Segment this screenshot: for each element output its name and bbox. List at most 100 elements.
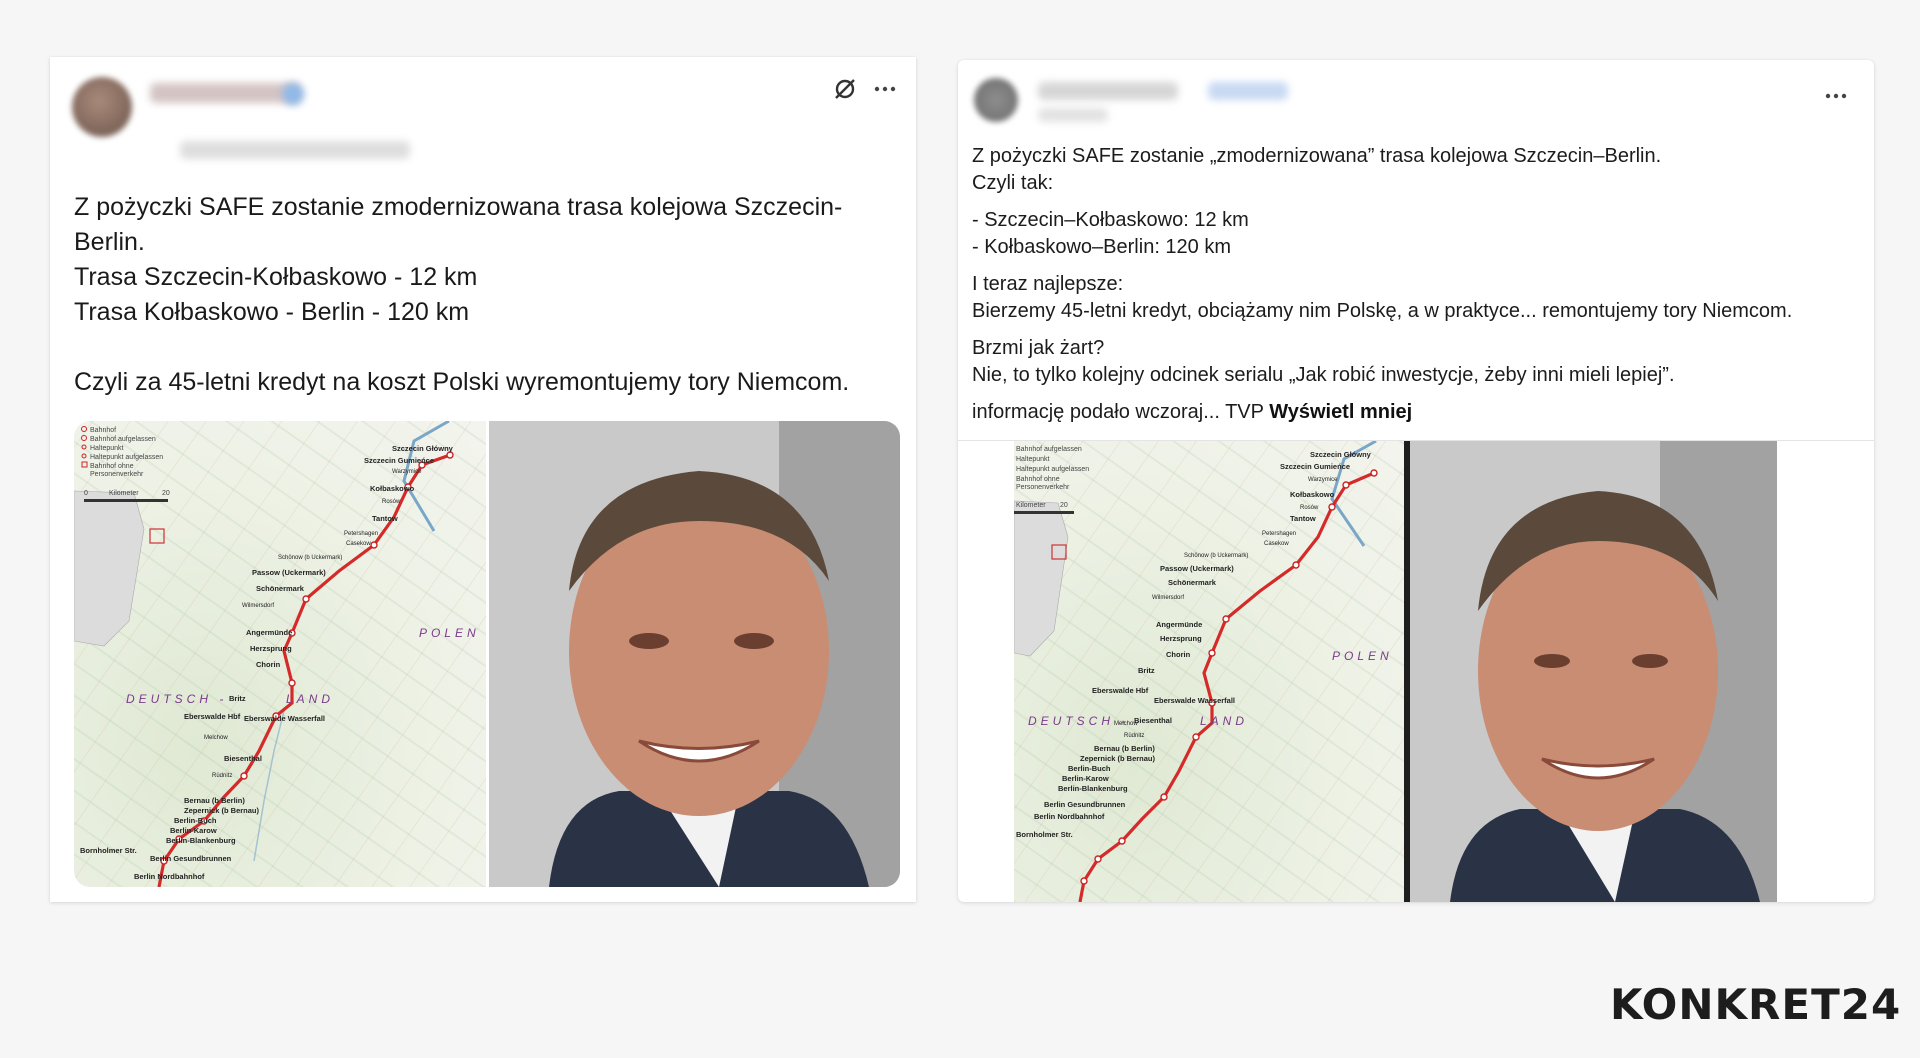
legend-item: Haltepunkt aufgelassen bbox=[1016, 466, 1089, 473]
post-line: Z pożyczki SAFE zostanie „zmodernizowana… bbox=[972, 145, 1662, 167]
station-label: Kołbaskowo bbox=[370, 484, 415, 493]
station-label: Casekow bbox=[346, 541, 371, 547]
station-label: Berlin-Karow bbox=[1062, 774, 1109, 783]
station-label: Passow (Uckermark) bbox=[252, 568, 326, 577]
station-label: Passow (Uckermark) bbox=[1160, 564, 1234, 573]
station-label: Biesenthal bbox=[224, 754, 262, 763]
station-label: Berlin-Buch bbox=[1068, 764, 1111, 773]
legend-item: Bahnhof ohne bbox=[1016, 476, 1060, 483]
legend-item: Bahnhof aufgelassen bbox=[90, 436, 156, 443]
station-label: Berlin-Blankenburg bbox=[166, 836, 236, 845]
post-line: Czyli za 45-letni kredyt na koszt Polski… bbox=[74, 368, 850, 396]
konkret24-logo: KONKRET24 bbox=[1610, 980, 1902, 1029]
station-label: Rosów bbox=[382, 499, 401, 505]
station-label: Berlin Gesundbrunnen bbox=[150, 854, 232, 863]
legend-item: Bahnhof bbox=[90, 427, 116, 434]
station-label: Berlin Nordbahnhof bbox=[1034, 812, 1105, 821]
post-text: Z pożyczki SAFE zostanie „zmodernizowana… bbox=[972, 143, 1852, 426]
region-label: LAND bbox=[286, 692, 334, 706]
station-label: Britz bbox=[1138, 666, 1155, 675]
station-label: Eberswalde Wasserfall bbox=[1154, 696, 1235, 705]
station-label: Herzsprung bbox=[1160, 634, 1202, 643]
legend-item: Haltepunkt bbox=[1016, 456, 1050, 463]
station-label: Kołbaskowo bbox=[1290, 490, 1335, 499]
avatar[interactable] bbox=[974, 78, 1018, 122]
station-label: Chorin bbox=[1166, 650, 1191, 659]
station-label: Angermünde bbox=[1156, 620, 1202, 629]
avatar[interactable] bbox=[72, 77, 132, 137]
scale-label: Kilometer bbox=[1016, 502, 1046, 509]
author-name[interactable] bbox=[150, 83, 300, 103]
legend-item: Personenverkehr bbox=[1016, 484, 1070, 491]
station-label: Rosów bbox=[1300, 505, 1319, 511]
legend-item: Haltepunkt aufgelassen bbox=[90, 454, 163, 461]
region-label: DEUTSCH - bbox=[126, 692, 227, 706]
station-label: Szczecin Gumieńce bbox=[1280, 462, 1350, 471]
railway-map[interactable]: Bahnhof Bahnhof aufgelassen Haltepunkt H… bbox=[74, 421, 486, 887]
station-label: Tantow bbox=[1290, 514, 1316, 523]
post-line: Z pożyczki SAFE zostanie zmodernizowana … bbox=[74, 193, 843, 256]
station-label: Bornholmer Str. bbox=[80, 846, 137, 855]
region-label: POLEN bbox=[1332, 649, 1393, 663]
legend-item: Haltepunkt bbox=[90, 445, 124, 452]
verified-badge bbox=[282, 83, 304, 105]
legend-item: Bahnhof aufgelassen bbox=[1016, 446, 1082, 453]
post-line: - Kołbaskowo–Berlin: 120 km bbox=[972, 236, 1232, 258]
post-line-text: informację podało wczoraj... TVP bbox=[972, 401, 1264, 423]
station-label: Casekow bbox=[1264, 541, 1289, 547]
station-label: Warzymice bbox=[392, 469, 422, 475]
station-label: Petershagen bbox=[344, 531, 378, 537]
scale-max: 20 bbox=[1060, 502, 1068, 509]
author-handle[interactable] bbox=[180, 141, 410, 159]
post-line: Brzmi jak żart? bbox=[972, 337, 1105, 359]
follow-link[interactable] bbox=[1208, 82, 1288, 100]
station-label: Bernau (b Berlin) bbox=[1094, 744, 1155, 753]
station-label: Angermünde bbox=[246, 628, 292, 637]
station-label: Tantow bbox=[372, 514, 398, 523]
see-less-link[interactable]: Wyświetl mniej bbox=[1269, 401, 1412, 423]
station-label: Britz bbox=[229, 694, 246, 703]
post-timestamp[interactable] bbox=[1038, 108, 1108, 122]
railway-map[interactable]: Bahnhof aufgelassen Haltepunkt Haltepunk… bbox=[1014, 441, 1404, 902]
scale-max: 20 bbox=[162, 490, 170, 497]
station-label: Melchow bbox=[204, 735, 228, 741]
station-label: Petershagen bbox=[1262, 531, 1296, 537]
post-card-right: Z pożyczki SAFE zostanie „zmodernizowana… bbox=[958, 60, 1874, 902]
station-label: Berlin-Blankenburg bbox=[1058, 784, 1128, 793]
post-text: Z pożyczki SAFE zostanie zmodernizowana … bbox=[74, 190, 894, 400]
post-line: I teraz najlepsze: bbox=[972, 273, 1124, 295]
station-label: Schönow (b Uckermark) bbox=[278, 555, 342, 561]
grok-icon[interactable] bbox=[828, 72, 862, 106]
portrait-photo[interactable] bbox=[1410, 441, 1777, 902]
station-label: Eberswalde Wasserfall bbox=[244, 714, 325, 723]
station-label: Warzymice bbox=[1308, 477, 1338, 483]
station-label: Biesenthal bbox=[1134, 716, 1172, 725]
post-line: Czyli tak: bbox=[972, 172, 1054, 194]
post-card-left: Z pożyczki SAFE zostanie zmodernizowana … bbox=[50, 57, 916, 902]
station-label: Wilmersdorf bbox=[242, 603, 274, 609]
station-label: Zepernick (b Bernau) bbox=[1080, 754, 1156, 763]
more-options-icon[interactable] bbox=[868, 72, 902, 106]
station-label: Bernau (b Berlin) bbox=[184, 796, 245, 805]
station-label: Zepernick (b Bernau) bbox=[184, 806, 260, 815]
post-line: Nie, to tylko kolejny odcinek serialu „J… bbox=[972, 364, 1675, 386]
legend-item: Bahnhof ohne bbox=[90, 463, 134, 470]
post-line: Trasa Kołbaskowo - Berlin - 120 km bbox=[74, 298, 470, 326]
station-label: Szczecin Gumieńce bbox=[364, 456, 434, 465]
post-line: Trasa Szczecin-Kołbaskowo - 12 km bbox=[74, 263, 478, 291]
post-line: informację podało wczoraj... TVP Wyświet… bbox=[972, 399, 1852, 426]
author-name[interactable] bbox=[1038, 82, 1178, 100]
portrait-photo[interactable] bbox=[489, 421, 900, 887]
station-label: Eberswalde Hbf bbox=[1092, 686, 1149, 695]
legend-item: Personenverkehr bbox=[90, 471, 144, 478]
station-label: Berlin Nordbahnhof bbox=[134, 872, 205, 881]
station-label: Berlin-Karow bbox=[170, 826, 217, 835]
scale-label: Kilometer bbox=[109, 490, 139, 497]
station-label: Szczecin Główny bbox=[1310, 450, 1372, 459]
station-label: Rüdnitz bbox=[1124, 733, 1144, 739]
more-options-icon[interactable] bbox=[1818, 82, 1854, 110]
